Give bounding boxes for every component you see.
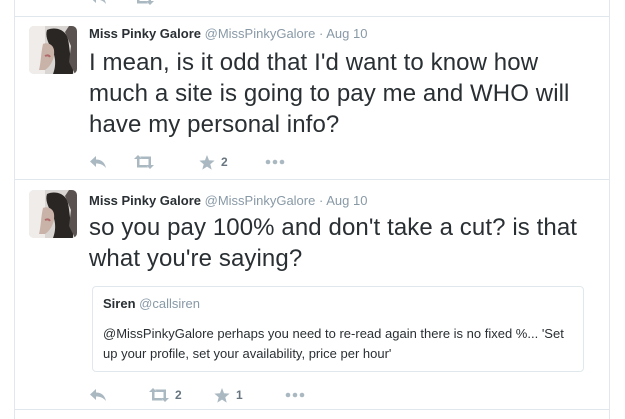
like-count: 2	[221, 155, 228, 169]
more-icon	[265, 159, 285, 165]
like-count: 1	[236, 388, 243, 402]
tweet[interactable]: Miss Pinky Galore @MissPinkyGalore · Aug…	[15, 180, 609, 408]
tweet-header: Miss Pinky Galore @MissPinkyGalore · Aug…	[89, 26, 367, 42]
quoted-author-name: Siren	[103, 296, 136, 311]
author-name[interactable]: Miss Pinky Galore	[89, 193, 201, 208]
reply-icon	[90, 156, 106, 168]
screen-name[interactable]: @MissPinkyGalore	[205, 193, 316, 208]
favorite-button[interactable]: 1	[214, 386, 243, 404]
screen-name[interactable]: @MissPinkyGalore	[205, 26, 316, 41]
quoted-tweet[interactable]: Siren @callsiren @MissPinkyGalore perhap…	[92, 286, 584, 372]
tweet-stream: Miss Pinky Galore @MissPinkyGalore · Aug…	[0, 0, 625, 419]
reply-button[interactable]	[89, 386, 107, 404]
separator: ·	[318, 26, 324, 41]
timestamp[interactable]: Aug 10	[326, 193, 367, 208]
retweet-icon	[137, 0, 154, 5]
author-name[interactable]: Miss Pinky Galore	[89, 26, 201, 41]
favorite-button[interactable]: 2	[199, 153, 228, 171]
more-button[interactable]	[285, 386, 305, 404]
tweet-text: I mean, is it odd that I'd want to know …	[89, 49, 570, 138]
retweet-icon	[149, 388, 169, 402]
timestamp[interactable]: Aug 10	[326, 26, 367, 41]
retweet-icon	[134, 155, 154, 169]
retweet-button[interactable]	[134, 0, 154, 7]
tweet[interactable]: Miss Pinky Galore @MissPinkyGalore · Aug…	[15, 17, 609, 179]
divider	[14, 409, 610, 410]
reply-button[interactable]	[89, 153, 107, 171]
avatar-photo	[29, 26, 77, 74]
more-button[interactable]	[265, 153, 285, 171]
quoted-screen-name: @callsiren	[139, 296, 201, 311]
reply-button[interactable]	[89, 0, 107, 7]
quoted-header: Siren @callsiren	[103, 296, 200, 311]
tweet-header: Miss Pinky Galore @MissPinkyGalore · Aug…	[89, 193, 367, 209]
retweet-count: 2	[175, 388, 182, 402]
avatar[interactable]	[29, 26, 77, 74]
retweet-button[interactable]	[134, 153, 160, 171]
avatar[interactable]	[29, 190, 77, 238]
tweet-text: so you pay 100% and don't take a cut? is…	[89, 214, 578, 272]
avatar-photo	[29, 190, 77, 238]
retweet-button[interactable]: 2	[149, 386, 182, 404]
reply-icon	[92, 0, 106, 4]
star-icon	[214, 387, 230, 403]
stream-border-right	[609, 0, 610, 419]
reply-icon	[90, 389, 106, 401]
star-icon	[199, 154, 215, 170]
separator: ·	[318, 193, 324, 208]
more-icon	[285, 392, 305, 398]
quoted-text: @MissPinkyGalore perhaps you need to re-…	[103, 326, 564, 361]
